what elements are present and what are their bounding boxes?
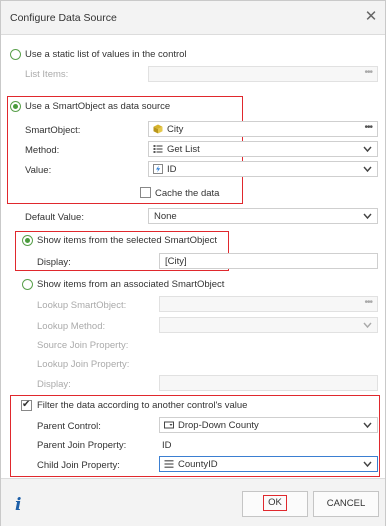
chevron-down-icon — [363, 422, 372, 429]
list-items-field[interactable]: ••• — [148, 66, 378, 82]
lookup-smartobject-label: Lookup SmartObject: — [37, 300, 127, 311]
smartobject-value: City — [167, 124, 184, 135]
chevron-down-icon — [363, 322, 372, 329]
radio-static-list[interactable] — [10, 49, 21, 60]
parent-control-label: Parent Control: — [37, 421, 101, 432]
radio-show-associated-label: Show items from an associated SmartObjec… — [37, 279, 225, 290]
parent-control-dropdown[interactable]: Drop-Down County — [159, 417, 378, 433]
cache-data-label: Cache the data — [155, 188, 220, 199]
info-icon[interactable]: i — [15, 495, 21, 515]
list-items-ellipsis-icon[interactable]: ••• — [364, 67, 372, 78]
lookup-method-label: Lookup Method: — [37, 321, 106, 332]
child-join-property-value: CountyID — [178, 459, 218, 470]
smartobject-ellipsis-icon[interactable]: ••• — [364, 122, 372, 133]
radio-smartobject-source-label: Use a SmartObject as data source — [25, 101, 171, 112]
radio-show-selected[interactable] — [22, 235, 33, 246]
list-method-icon — [153, 145, 163, 153]
property-list-icon — [164, 460, 174, 468]
parent-join-property-value: ID — [162, 440, 172, 451]
dropdown-control-icon — [164, 421, 174, 429]
display-value: [City] — [165, 256, 187, 267]
lookup-smartobject-field[interactable]: ••• — [159, 296, 378, 312]
default-value-value: None — [154, 211, 177, 222]
smartobject-label: SmartObject: — [25, 125, 81, 136]
ok-button-label: OK — [263, 495, 287, 512]
dialog-titlebar: Configure Data Source ✕ — [1, 1, 385, 35]
lookup-method-dropdown[interactable] — [159, 317, 378, 333]
configure-data-source-dialog: Configure Data Source ✕ Use a static lis… — [0, 0, 386, 526]
chevron-down-icon — [363, 146, 372, 153]
associated-display-label: Display: — [37, 379, 71, 390]
cache-data-checkbox[interactable] — [140, 187, 151, 198]
ok-button[interactable]: OK — [242, 491, 308, 517]
parent-join-property-label: Parent Join Property: — [37, 440, 127, 451]
value-value: ID — [167, 164, 177, 175]
dialog-footer: i OK CANCEL — [1, 478, 385, 526]
list-items-label: List Items: — [25, 69, 69, 80]
radio-static-list-label: Use a static list of values in the contr… — [25, 49, 187, 60]
cancel-button-label: CANCEL — [326, 498, 366, 509]
radio-show-selected-label: Show items from the selected SmartObject — [37, 235, 218, 246]
lookup-smartobject-ellipsis-icon[interactable]: ••• — [364, 297, 372, 308]
display-label: Display: — [37, 257, 71, 268]
default-value-label: Default Value: — [25, 212, 84, 223]
radio-show-associated[interactable] — [22, 279, 33, 290]
child-join-property-dropdown[interactable]: CountyID — [159, 456, 378, 472]
dialog-title: Configure Data Source — [10, 12, 117, 24]
filter-checkbox[interactable] — [21, 399, 32, 411]
display-field[interactable]: [City] — [159, 253, 378, 269]
method-value: Get List — [167, 144, 200, 155]
value-label: Value: — [25, 165, 52, 176]
cancel-button[interactable]: CANCEL — [313, 491, 379, 517]
radio-smartobject-source[interactable] — [10, 101, 21, 112]
smartobject-cube-icon — [153, 124, 163, 134]
method-label: Method: — [25, 145, 60, 156]
child-join-property-label: Child Join Property: — [37, 460, 120, 471]
close-icon[interactable]: ✕ — [363, 9, 379, 25]
source-join-property-label: Source Join Property: — [37, 340, 129, 351]
associated-display-field[interactable] — [159, 375, 378, 391]
filter-label: Filter the data according to another con… — [37, 400, 248, 411]
lookup-join-property-label: Lookup Join Property: — [37, 359, 130, 370]
parent-control-value: Drop-Down County — [178, 420, 259, 431]
value-dropdown[interactable]: ID — [148, 161, 378, 177]
chevron-down-icon — [363, 213, 372, 220]
method-dropdown[interactable]: Get List — [148, 141, 378, 157]
smartobject-field[interactable]: City ••• — [148, 121, 378, 137]
chevron-down-icon — [363, 166, 372, 173]
chevron-down-icon — [363, 461, 372, 468]
property-icon — [153, 164, 163, 174]
default-value-dropdown[interactable]: None — [148, 208, 378, 224]
